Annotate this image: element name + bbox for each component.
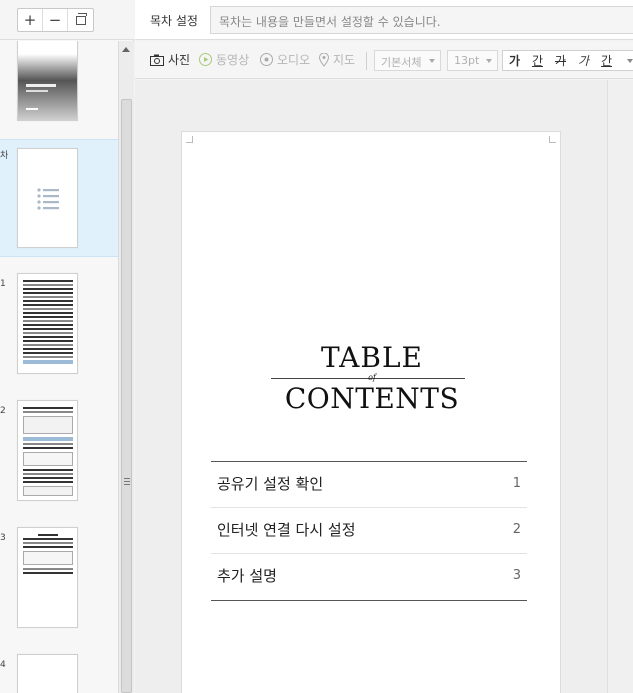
crop-mark xyxy=(549,136,556,143)
italic-button[interactable]: 가 xyxy=(572,51,595,70)
scrollbar-thumb[interactable] xyxy=(121,99,132,693)
underline-button[interactable]: 간 xyxy=(526,51,549,70)
audio-icon xyxy=(260,53,273,66)
page-thumbnail-3[interactable] xyxy=(17,527,78,628)
toc-title-top: TABLE xyxy=(321,341,423,374)
chevron-down-icon xyxy=(429,59,435,63)
page-thumbnail-panel: + − 차 1 2 3 4 xyxy=(0,0,134,693)
toc-entry-page: 1 xyxy=(512,476,521,491)
cover-author-mark xyxy=(26,108,38,110)
map-pin-icon xyxy=(319,52,329,67)
cover-subtitle-mark xyxy=(26,90,48,92)
insert-map-label: 지도 xyxy=(333,53,356,67)
toc-page[interactable]: TABLE of CONTENTS 공유기 설정 확인 1 인터넷 연결 다시 … xyxy=(181,131,561,693)
thumbnail-row-cover[interactable] xyxy=(0,41,118,131)
toc-entry-title: 인터넷 연결 다시 설정 xyxy=(217,521,356,539)
insert-video-label: 동영상 xyxy=(216,53,250,67)
font-family-select[interactable]: 기본서체 xyxy=(374,50,441,71)
text-format-group: 가 간 가 가 간 xyxy=(502,50,633,71)
font-size-select[interactable]: 13pt xyxy=(447,50,498,71)
thumbnail-number: 2 xyxy=(0,406,6,416)
thumbnail-scrollbar[interactable] xyxy=(118,41,134,693)
bold-button[interactable]: 가 xyxy=(503,51,526,70)
zoom-in-button[interactable]: + xyxy=(18,9,43,31)
thumbnail-number: 3 xyxy=(0,533,6,543)
toc-entry-title: 추가 설명 xyxy=(217,567,277,585)
insert-video-button[interactable]: 동영상 xyxy=(199,51,249,68)
toolbar-divider xyxy=(366,52,367,70)
insert-photo-button[interactable]: 사진 xyxy=(150,51,190,68)
editor-app: + − 차 1 2 3 4 목차 설정 목차는 내용을 만들면서 설정할 수 있… xyxy=(0,0,633,693)
toc-entry[interactable]: 추가 설명 3 xyxy=(211,554,527,600)
scroll-up-icon[interactable] xyxy=(122,47,130,52)
toc-title-bottom: CONTENTS xyxy=(284,382,460,415)
page-thumbnail-toc[interactable] xyxy=(17,148,78,248)
insert-toolbar: 사진 동영상 오디오 지도 기본서체 13pt 가 간 가 가 간 xyxy=(135,41,633,79)
font-size-value: 13pt xyxy=(454,54,480,67)
camera-icon xyxy=(150,54,164,66)
list-icon xyxy=(37,188,59,210)
zoom-bar: + − xyxy=(0,0,134,40)
cover-title-mark xyxy=(26,84,56,87)
toc-settings-label: 목차 설정 xyxy=(150,14,198,28)
thumbnail-number: 1 xyxy=(0,279,6,289)
thumbnail-row-1[interactable]: 1 xyxy=(0,273,118,377)
thumbnail-row-4[interactable]: 4 xyxy=(0,654,118,693)
insert-map-button[interactable]: 지도 xyxy=(319,51,355,68)
text-color-button[interactable]: 간 xyxy=(595,51,618,70)
thumbnail-number: 차 xyxy=(0,151,9,161)
text-color-dropdown[interactable] xyxy=(618,51,633,70)
chevron-down-icon xyxy=(486,59,492,63)
toc-entry-page: 3 xyxy=(512,568,521,583)
thumbnail-row-2[interactable]: 2 xyxy=(0,400,118,504)
thumbnail-row-3[interactable]: 3 xyxy=(0,527,118,631)
toc-entry[interactable]: 인터넷 연결 다시 설정 2 xyxy=(211,508,527,554)
chevron-down-icon xyxy=(626,58,633,63)
toc-entry-page: 2 xyxy=(512,522,521,537)
insert-audio-button[interactable]: 오디오 xyxy=(260,51,310,68)
thumbnail-number: 4 xyxy=(0,660,6,670)
toc-settings-bar: 목차 설정 목차는 내용을 만들면서 설정할 수 있습니다. xyxy=(135,0,633,40)
page-thumbnail-cover[interactable] xyxy=(17,41,78,121)
insert-audio-label: 오디오 xyxy=(277,53,311,67)
thumbnail-row-toc[interactable]: 차 xyxy=(0,139,118,257)
fit-page-button[interactable] xyxy=(68,9,93,31)
page-thumbnail-4[interactable] xyxy=(17,654,78,693)
toc-settings-input[interactable]: 목차는 내용을 만들면서 설정할 수 있습니다. xyxy=(210,6,633,34)
page-thumbnail-2[interactable] xyxy=(17,400,78,501)
insert-photo-label: 사진 xyxy=(168,53,191,67)
play-icon xyxy=(199,53,212,66)
strikethrough-button[interactable]: 가 xyxy=(549,51,572,70)
zoom-out-button[interactable]: − xyxy=(43,9,68,31)
toc-title-of: of xyxy=(368,373,376,382)
thumbnail-list[interactable]: 차 1 2 3 4 xyxy=(0,41,118,693)
toc-list: 공유기 설정 확인 1 인터넷 연결 다시 설정 2 추가 설명 3 xyxy=(211,461,527,601)
fit-page-icon xyxy=(75,12,87,25)
toc-entry[interactable]: 공유기 설정 확인 1 xyxy=(211,462,527,508)
crop-mark xyxy=(186,136,193,143)
font-family-value: 기본서체 xyxy=(381,56,422,69)
zoom-controls: + − xyxy=(17,8,94,32)
right-panel-edge xyxy=(607,80,633,693)
toc-entry-title: 공유기 설정 확인 xyxy=(217,475,324,493)
page-thumbnail-1[interactable] xyxy=(17,273,78,374)
grip-icon xyxy=(124,478,130,487)
